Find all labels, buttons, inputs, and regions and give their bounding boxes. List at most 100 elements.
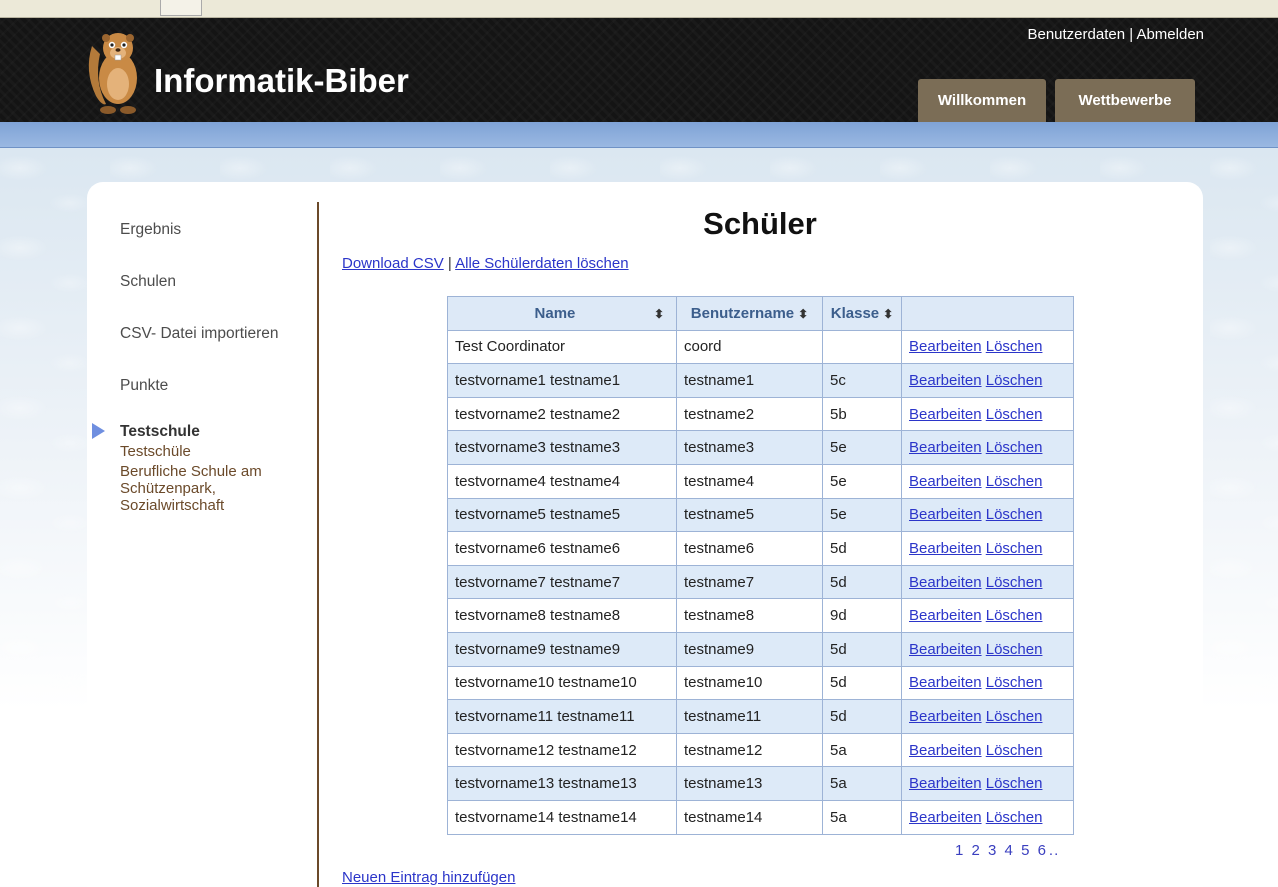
sidebar-subitem-berufliche-schule[interactable]: Berufliche Schule am Schützenpark, Sozia… [120, 463, 310, 514]
edit-link[interactable]: Bearbeiten [909, 574, 982, 591]
table-actions: Download CSV | Alle Schülerdaten löschen [342, 255, 629, 272]
actions-cell: Bearbeiten Löschen [901, 799, 1074, 835]
delete-link[interactable]: Löschen [986, 607, 1043, 624]
page-title: Schüler [703, 206, 817, 241]
edit-link[interactable]: Bearbeiten [909, 439, 982, 456]
delete-link[interactable]: Löschen [986, 775, 1043, 792]
table-row: testvorname1 testname1 testname1 5c Bearbei… [447, 363, 1074, 398]
table-row: testvorname9 testname9 testname9 5d Bearbei… [447, 631, 1074, 667]
user-links: Benutzerdaten | Abmelden [1027, 26, 1204, 43]
actions-cell: Bearbeiten Löschen [901, 631, 1074, 667]
column-header-klasse[interactable]: Klasse ⬍ [822, 296, 902, 331]
table-body: Test Coordinator coord Bearbeiten Löschen t… [447, 329, 1074, 835]
delete-link[interactable]: Löschen [986, 540, 1043, 557]
page-link-1[interactable]: 1 [955, 842, 964, 859]
edit-link[interactable]: Bearbeiten [909, 775, 982, 792]
sidebar-item-punkte[interactable]: Punkte [120, 371, 310, 423]
name-cell: testvorname13 testname13 [447, 766, 677, 801]
active-arrow-icon [92, 423, 105, 439]
delete-link[interactable]: Löschen [986, 406, 1043, 423]
page-link-5[interactable]: 5 [1021, 842, 1030, 859]
pagination-more: .. [1048, 842, 1060, 859]
edit-link[interactable]: Bearbeiten [909, 338, 982, 355]
klasse-cell: 5a [822, 732, 902, 768]
profile-link[interactable]: Benutzerdaten [1027, 26, 1125, 43]
column-header-username[interactable]: Benutzername ⬍ [676, 296, 823, 331]
actions-cell: Bearbeiten Löschen [901, 732, 1074, 768]
name-cell: testvorname3 testname3 [447, 430, 677, 465]
edit-link[interactable]: Bearbeiten [909, 641, 982, 658]
sidebar-subitem-testschuele[interactable]: Testschüle [120, 443, 310, 460]
table-row: testvorname4 testname4 testname4 5e Bearbei… [447, 463, 1074, 499]
download-csv-link[interactable]: Download CSV [342, 255, 444, 272]
edit-link[interactable]: Bearbeiten [909, 540, 982, 557]
sidebar-active-label: Testschule [120, 423, 200, 440]
username-cell: testname1 [676, 363, 823, 398]
add-entry-link[interactable]: Neuen Eintrag hinzufügen [342, 869, 515, 886]
name-cell: Test Coordinator [447, 329, 677, 365]
actions-cell: Bearbeiten Löschen [901, 363, 1074, 398]
table-row: testvorname6 testname6 testname6 5d Bearbei… [447, 531, 1074, 566]
delete-all-link[interactable]: Alle Schülerdaten löschen [455, 255, 628, 272]
sidebar-divider [317, 202, 319, 887]
klasse-cell: 5a [822, 799, 902, 835]
table-row: testvorname3 testname3 testname3 5e Bearbei… [447, 430, 1074, 465]
new-entry: Neuen Eintrag hinzufügen [342, 869, 515, 886]
actions-cell: Bearbeiten Löschen [901, 531, 1074, 566]
username-cell: testname4 [676, 463, 823, 499]
name-cell: testvorname4 testname4 [447, 463, 677, 499]
column-header-name[interactable]: Name ⬍ [447, 296, 677, 331]
delete-link[interactable]: Löschen [986, 372, 1043, 389]
delete-link[interactable]: Löschen [986, 809, 1043, 826]
delete-link[interactable]: Löschen [986, 574, 1043, 591]
edit-link[interactable]: Bearbeiten [909, 473, 982, 490]
actions-cell: Bearbeiten Löschen [901, 766, 1074, 801]
edit-link[interactable]: Bearbeiten [909, 674, 982, 691]
sidebar-item-csv-import[interactable]: CSV- Datei importieren [120, 319, 310, 371]
edit-link[interactable]: Bearbeiten [909, 742, 982, 759]
delete-link[interactable]: Löschen [986, 641, 1043, 658]
edit-link[interactable]: Bearbeiten [909, 809, 982, 826]
actions-cell: Bearbeiten Löschen [901, 665, 1074, 701]
klasse-cell: 5c [822, 363, 902, 398]
table-row: testvorname5 testname5 testname5 5e Bearbei… [447, 497, 1074, 533]
delete-link[interactable]: Löschen [986, 473, 1043, 490]
site-header: Informatik-Biber Benutzerdaten | Abmelde… [0, 18, 1278, 122]
edit-link[interactable]: Bearbeiten [909, 607, 982, 624]
actions-cell: Bearbeiten Löschen [901, 329, 1074, 365]
username-cell: coord [676, 329, 823, 365]
page-link-4[interactable]: 4 [1005, 842, 1014, 859]
column-header-name-label: Name [534, 304, 576, 322]
page-link-2[interactable]: 2 [972, 842, 981, 859]
edit-link[interactable]: Bearbeiten [909, 406, 982, 423]
delete-link[interactable]: Löschen [986, 674, 1043, 691]
page-link-6[interactable]: 6 [1038, 842, 1047, 859]
sidebar-item-schulen[interactable]: Schulen [120, 267, 310, 319]
site-title: Informatik-Biber [154, 62, 409, 99]
delete-link[interactable]: Löschen [986, 439, 1043, 456]
klasse-cell: 5d [822, 699, 902, 734]
klasse-cell: 5a [822, 766, 902, 801]
delete-link[interactable]: Löschen [986, 708, 1043, 725]
tab-willkommen[interactable]: Willkommen [918, 79, 1046, 122]
page-link-3[interactable]: 3 [988, 842, 997, 859]
edit-link[interactable]: Bearbeiten [909, 372, 982, 389]
sort-name-icon[interactable]: ⬍ [654, 307, 664, 321]
sidebar-active-school[interactable]: Testschule [92, 423, 310, 441]
sidebar-item-ergebnis[interactable]: Ergebnis [120, 215, 310, 267]
name-cell: testvorname9 testname9 [447, 631, 677, 667]
name-cell: testvorname14 testname14 [447, 799, 677, 835]
edit-link[interactable]: Bearbeiten [909, 506, 982, 523]
delete-link[interactable]: Löschen [986, 742, 1043, 759]
beaver-logo-icon[interactable] [82, 26, 146, 116]
name-cell: testvorname1 testname1 [447, 363, 677, 398]
edit-link[interactable]: Bearbeiten [909, 708, 982, 725]
delete-link[interactable]: Löschen [986, 338, 1043, 355]
sort-username-icon[interactable]: ⬍ [798, 307, 808, 321]
delete-link[interactable]: Löschen [986, 506, 1043, 523]
sort-klasse-icon[interactable]: ⬍ [883, 307, 893, 321]
tab-wettbewerbe[interactable]: Wettbewerbe [1055, 79, 1195, 122]
username-cell: testname10 [676, 665, 823, 701]
actions-cell: Bearbeiten Löschen [901, 463, 1074, 499]
logout-link[interactable]: Abmelden [1136, 26, 1204, 43]
